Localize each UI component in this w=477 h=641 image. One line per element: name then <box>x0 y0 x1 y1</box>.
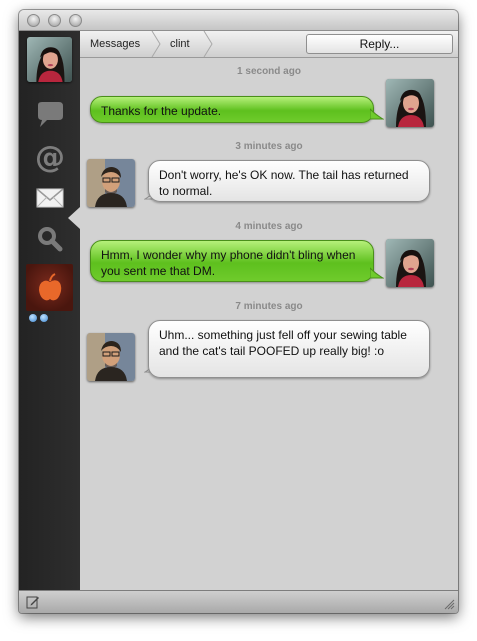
breadcrumb-clint[interactable]: clint <box>170 31 190 57</box>
sent-message-bubble[interactable]: Thanks for the update. <box>90 96 374 123</box>
close-window-button[interactable] <box>27 14 40 27</box>
breadcrumb-separator-icon <box>203 31 213 57</box>
envelope-icon[interactable] <box>33 183 67 213</box>
my-avatar[interactable] <box>386 79 434 127</box>
selected-indicator <box>68 207 80 229</box>
message-timestamp: 4 minutes ago <box>235 221 303 232</box>
my-avatar[interactable] <box>386 239 434 287</box>
received-message-bubble[interactable]: Don't worry, he's OK now. The tail has r… <box>148 160 430 202</box>
contact-avatar[interactable] <box>87 159 135 207</box>
bubble-tail <box>370 267 384 279</box>
at-icon[interactable]: @ <box>33 140 67 175</box>
message-timestamp: 7 minutes ago <box>235 301 303 312</box>
apple-icon[interactable] <box>26 264 73 311</box>
speech-bubble-icon[interactable] <box>33 100 67 130</box>
conversation-view: 1 second ago Thanks for the update. 3 mi… <box>80 58 458 590</box>
search-icon[interactable] <box>33 224 67 254</box>
compose-icon[interactable] <box>26 595 40 609</box>
breadcrumb-messages[interactable]: Messages <box>90 31 140 57</box>
title-bar[interactable] <box>19 10 458 31</box>
zoom-window-button[interactable] <box>69 14 82 27</box>
resize-grip-icon[interactable] <box>444 599 455 610</box>
breadcrumb-separator-icon <box>151 31 161 57</box>
user-avatar[interactable] <box>27 37 72 82</box>
messages-window: @ Messages clint Reply... 1 second ago T… <box>19 10 458 613</box>
contact-avatar[interactable] <box>87 333 135 381</box>
bubble-tail <box>370 108 384 120</box>
reply-button[interactable]: Reply... <box>306 34 453 54</box>
sidebar: @ <box>19 31 80 590</box>
message-timestamp: 1 second ago <box>237 66 301 77</box>
account-dot <box>29 314 37 322</box>
minimize-window-button[interactable] <box>48 14 61 27</box>
bottom-bar <box>19 590 458 613</box>
account-dot <box>40 314 48 322</box>
sent-message-bubble[interactable]: Hmm, I wonder why my phone didn't bling … <box>90 240 374 282</box>
message-timestamp: 3 minutes ago <box>235 141 303 152</box>
toolbar: Messages clint Reply... <box>80 31 458 58</box>
received-message-bubble[interactable]: Uhm... something just fell off your sewi… <box>148 320 430 378</box>
